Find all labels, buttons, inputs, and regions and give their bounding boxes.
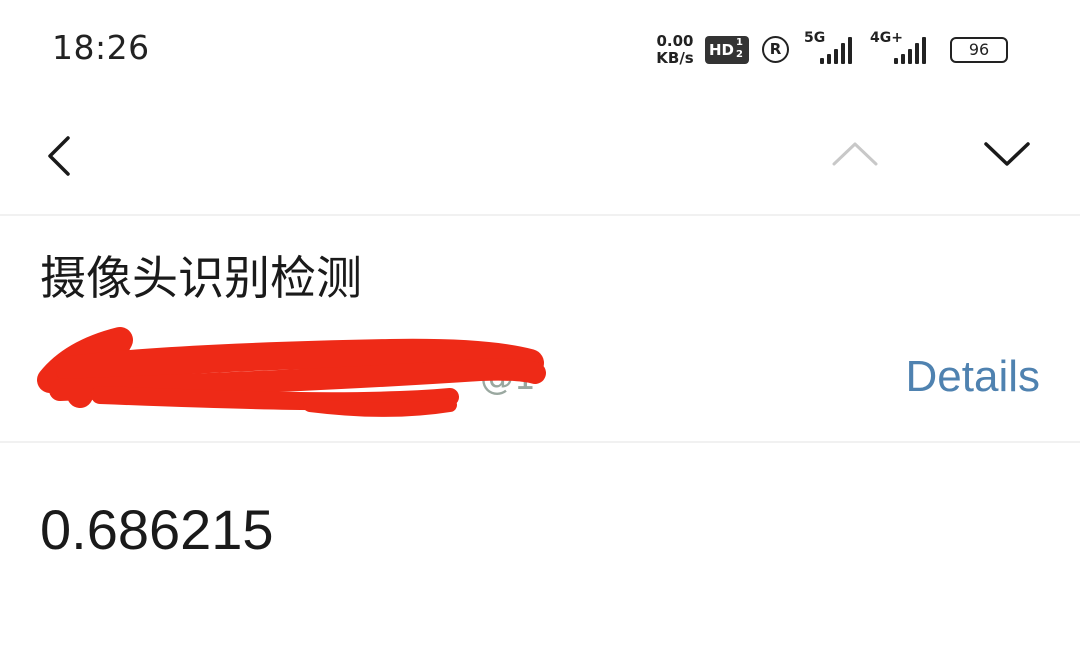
redaction-scribble <box>37 327 546 417</box>
sim2-signal-icon <box>894 36 926 64</box>
sender-row: @1 Details <box>37 327 1041 420</box>
details-link[interactable]: Details <box>906 352 1041 402</box>
sim1-signal-icon <box>820 36 852 64</box>
chevron-down-icon[interactable] <box>978 134 1036 174</box>
hd-voice-icon: HD 12 <box>705 36 749 64</box>
hd-label: HD <box>709 41 735 59</box>
chevron-left-icon[interactable] <box>36 128 84 184</box>
content-divider <box>0 441 1080 443</box>
network-speed-value: 0.00 <box>656 32 694 50</box>
status-time: 18:26 <box>52 28 150 67</box>
battery-percent: 96 <box>968 40 990 59</box>
header-divider <box>0 214 1080 216</box>
status-bar: 18:26 0.00 KB/s HD 12 R 5G 4G+ 96 <box>0 0 1080 100</box>
network-speed-unit: KB/s <box>656 49 694 67</box>
network-speed: 0.00 KB/s <box>652 33 698 67</box>
chevron-up-icon[interactable] <box>826 134 884 174</box>
roaming-icon: R <box>762 36 789 63</box>
hd-sub-label: 12 <box>736 37 743 60</box>
battery-icon: 96 <box>950 37 1008 63</box>
message-body: 0.686215 <box>40 498 274 561</box>
message-nav-bar <box>0 100 1080 215</box>
message-title: 摄像头识别检测 <box>40 251 362 305</box>
